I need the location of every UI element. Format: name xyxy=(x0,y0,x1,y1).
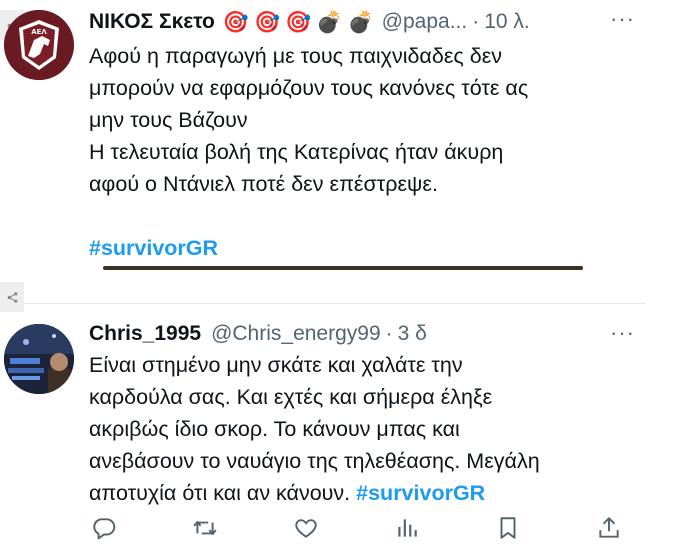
text-line: μην τους Βάζουν xyxy=(89,108,248,132)
handle[interactable]: @Chris_energy99 xyxy=(211,322,381,346)
name-emoji-badges: 🎯 🎯 🎯 💣 💣 xyxy=(223,12,374,33)
timeline: ΑΕΛ ΝΙΚΟΣ Σκετο 🎯 🎯 🎯 💣 💣 @papa... · 10 … xyxy=(0,0,690,558)
media-edge xyxy=(103,266,583,270)
timestamp[interactable]: 3 δ xyxy=(398,322,427,346)
text-line: ακριβώς ίδιο σκορ. Το κάνουν μπας και xyxy=(89,417,460,441)
display-name[interactable]: ΝΙΚΟΣ Σκετο xyxy=(89,10,215,34)
heart-icon xyxy=(295,519,317,538)
target-emoji: 🎯 xyxy=(254,10,281,34)
tweet-header: Chris_1995 @Chris_energy99 · 3 δ xyxy=(89,322,427,346)
text-line: ανεβάσουν το ναυάγιο της τηλεθέασης. Μεγ… xyxy=(89,449,540,473)
handle[interactable]: @papa... xyxy=(382,10,468,34)
bookmark-icon xyxy=(500,517,516,539)
text-line: μπορούν να εφαρμόζουν τους κανόνες τότε … xyxy=(89,76,529,100)
share-button[interactable] xyxy=(594,513,624,543)
separator: · xyxy=(385,322,393,345)
retweet-icon xyxy=(193,521,217,535)
text-line: Αφού η παραγωγή με τους παιχνιδαδες δεν xyxy=(89,44,503,68)
bookmark-button[interactable] xyxy=(493,513,523,543)
text-line: αφού ο Ντάνιελ ποτέ δεν επέστρεψε. xyxy=(89,172,438,196)
reply-button[interactable] xyxy=(89,513,119,543)
tweet-text: Είναι στημένο μην σκάτε και χαλάτε την κ… xyxy=(89,349,619,509)
hashtag-link[interactable]: #survivorGR xyxy=(89,232,619,264)
action-bar xyxy=(89,513,624,543)
tweet-header: ΝΙΚΟΣ Σκετο 🎯 🎯 🎯 💣 💣 @papa... · 10 λ. xyxy=(89,10,530,34)
reply-icon xyxy=(93,518,116,540)
tweet-text: Αφού η παραγωγή με τους παιχνιδαδες δεν … xyxy=(89,40,619,264)
tweet[interactable]: Chris_1995 @Chris_energy99 · 3 δ ··· Είν… xyxy=(0,306,690,558)
text-line: αποτυχία ότι και αν κάνουν. #survivorGR xyxy=(89,477,619,509)
more-options-icon[interactable]: ··· xyxy=(610,6,635,32)
separator: · xyxy=(472,10,480,33)
timestamp[interactable]: 10 λ. xyxy=(484,10,530,34)
views-chart-icon xyxy=(398,519,417,537)
text-line: Η τελευταία βολή της Κατερίνας ήταν άκυρ… xyxy=(89,140,504,164)
text-line: καρδούλα σας. Και εχτές και σήμερα έληξε xyxy=(89,385,493,409)
retweet-button[interactable] xyxy=(190,513,220,543)
target-emoji: 🎯 xyxy=(222,10,250,34)
avatar[interactable] xyxy=(4,324,74,394)
target-emoji: 🎯 xyxy=(285,10,312,34)
divider xyxy=(0,303,646,304)
more-options-icon[interactable]: ··· xyxy=(610,320,635,346)
share-upload-icon xyxy=(599,517,619,538)
bomb-emoji: 💣 xyxy=(347,10,374,34)
avatar[interactable]: ΑΕΛ xyxy=(4,10,74,80)
bomb-emoji: 💣 xyxy=(316,10,343,34)
display-name[interactable]: Chris_1995 xyxy=(89,322,201,346)
views-button[interactable] xyxy=(392,513,422,543)
like-button[interactable] xyxy=(291,513,321,543)
tweet[interactable]: ΑΕΛ ΝΙΚΟΣ Σκετο 🎯 🎯 🎯 💣 💣 @papa... · 10 … xyxy=(0,0,690,284)
partially-hidden-action-bar xyxy=(89,262,624,280)
hashtag-link[interactable]: #survivorGR xyxy=(356,481,485,505)
text-fragment: αποτυχία ότι και αν κάνουν. xyxy=(89,481,351,505)
svg-text:ΑΕΛ: ΑΕΛ xyxy=(31,28,47,36)
text-line: Είναι στημένο μην σκάτε και χαλάτε την xyxy=(89,353,463,377)
